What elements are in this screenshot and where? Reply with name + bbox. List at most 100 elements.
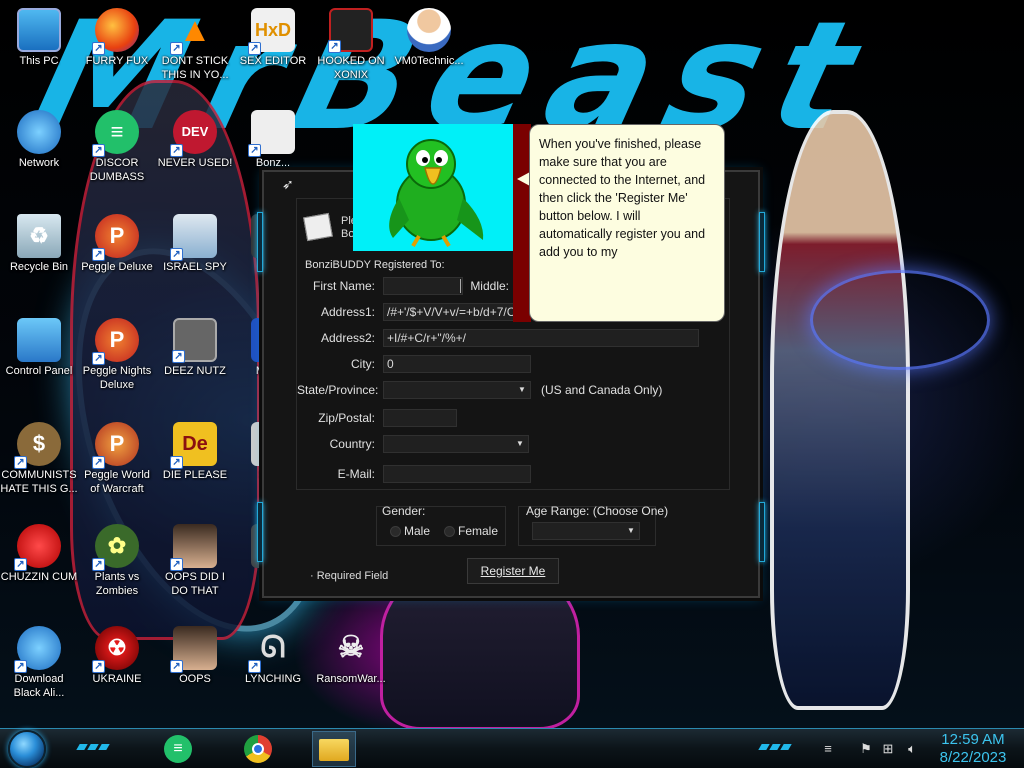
desktop-icon[interactable]: ↗ OOPS DID I DO THAT [156, 524, 234, 598]
start-button[interactable] [8, 730, 46, 768]
female-radio[interactable] [444, 526, 455, 537]
desktop-icon[interactable]: ≡ ↗ DISCOR DUMBASS [78, 110, 156, 184]
chevron-down-icon: ▼ [518, 385, 526, 394]
speech-balloon: When you've finished, please make sure t… [529, 124, 725, 322]
peggle-nights-icon: P ↗ [92, 318, 139, 365]
zip-label: Zip/Postal: [318, 411, 375, 425]
taskbar-decoration [76, 739, 111, 750]
window-edge-glow [257, 212, 263, 272]
desktop-icon[interactable]: ↗ Download Black Ali... [0, 626, 78, 700]
window-edge-glow [759, 212, 765, 272]
female-label: Female [458, 524, 499, 538]
desktop-icon[interactable]: ↗ HOOKED ON XONIX [312, 8, 390, 82]
hxd-editor-icon: HxD ↗ [248, 8, 295, 55]
register-me-button[interactable]: Register Me [467, 558, 559, 584]
green-parrot-icon [389, 139, 484, 248]
desktop-icon[interactable]: ↗ Bonz... [234, 110, 312, 170]
desktop-icon[interactable]: P ↗ Peggle Deluxe [78, 214, 156, 274]
zip-field[interactable] [383, 409, 457, 427]
state-note: (US and Canada Only) [541, 383, 663, 397]
desktop-icon[interactable]: ♻ Recycle Bin [0, 214, 78, 274]
green-chat-icon: ≡ [164, 735, 192, 763]
desktop-icon[interactable]: ↗ CHUZZIN CUM [0, 524, 78, 584]
desktop-icon[interactable]: ᘏ ↗ LYNCHING [234, 626, 312, 686]
taskbar-app[interactable]: ≡ [156, 731, 200, 767]
chuzzle-icon: ↗ [14, 524, 61, 571]
address1-field[interactable]: /#+'/$+V/V+v/=+b/d+7/C [383, 303, 515, 321]
desktop-icon[interactable]: ✿ ↗ Plants vs Zombies [78, 524, 156, 598]
window-edge-glow [257, 502, 263, 562]
age-range-label: Age Range: (Choose One) [526, 504, 669, 518]
control-panel-icon [17, 318, 61, 362]
show-hidden-icon[interactable]: ≡ [820, 741, 836, 757]
first-name-field[interactable] [383, 277, 463, 295]
plants-icon: ✿ ↗ [92, 524, 139, 571]
taskbar-decoration [758, 739, 793, 750]
taskbar-app[interactable] [236, 731, 280, 767]
network-globe-icon [17, 110, 61, 154]
bonzi-icon: ↗ [248, 110, 295, 157]
clock-time: 12:59 AM [941, 731, 1005, 748]
desktop-icon[interactable]: ☢ ↗ UKRAINE [78, 626, 156, 686]
taskbar-app-active[interactable] [312, 731, 356, 767]
desktop-icon[interactable]: P ↗ Peggle Nights Deluxe [78, 318, 156, 392]
wallpaper-figure-right [770, 110, 910, 710]
radiation-icon: ☢ ↗ [92, 626, 139, 673]
desktop-icon[interactable]: This PC [0, 8, 78, 68]
rope-icon: ᘏ ↗ [248, 626, 295, 673]
desktop-icon[interactable]: ↗ DEEZ NUTZ [156, 318, 234, 378]
balloon-text: When you've finished, please make sure t… [539, 137, 706, 259]
clock[interactable]: 12:59 AM 8/22/2023 [930, 731, 1016, 767]
country-dropdown[interactable]: ▼ [383, 435, 529, 453]
country-label: Country: [329, 437, 375, 451]
chevron-down-icon: ▼ [516, 439, 524, 448]
recycle-bin-icon: ♻ [17, 214, 61, 258]
email-label: E-Mail: [337, 467, 375, 481]
address1-label: Address1: [320, 305, 375, 319]
flag-icon[interactable]: ⚑ [858, 741, 874, 757]
email-field[interactable] [383, 465, 531, 483]
desktop-icon[interactable]: ↗ ISRAEL SPY [156, 214, 234, 274]
clock-date: 8/22/2023 [939, 749, 1007, 766]
vlc-cone-icon: ▲ ↗ [170, 8, 217, 55]
desktop-icon[interactable]: VM0Technic... [390, 8, 468, 68]
desktop-icon[interactable]: Control Panel [0, 318, 78, 378]
desktop-icon[interactable]: $ ↗ COMMUNISTS HATE THIS G... [0, 422, 78, 496]
male-label: Male [404, 524, 431, 538]
middle-label: Middle: [470, 279, 509, 293]
portrait-icon: ↗ [170, 524, 217, 571]
volume-icon[interactable]: 🔈︎ [904, 741, 920, 757]
registered-to-label: BonziBUDDY Registered To: [305, 259, 445, 271]
address2-label: Address2: [320, 331, 375, 345]
city-label: City: [351, 357, 375, 371]
wallpaper-energy-right [810, 270, 990, 370]
window-edge-glow [759, 502, 765, 562]
windows-stack-icon: ↗ [172, 318, 217, 363]
dev-cpp-icon: DEV ↗ [170, 110, 217, 157]
age-range-dropdown[interactable]: ▼ [532, 522, 640, 540]
desktop-icon[interactable]: ▲ ↗ DONT STICK THIS IN YO... [156, 8, 234, 82]
state-dropdown[interactable]: ▼ [383, 381, 531, 399]
desktop-icon[interactable]: ↗ OOPS [156, 626, 234, 686]
desktop-icon[interactable]: DEV ↗ NEVER USED! [156, 110, 234, 170]
de-icon: De ↗ [170, 422, 217, 469]
desktop-icon[interactable]: ☠ RansomWar... [312, 626, 390, 686]
male-radio[interactable] [390, 526, 401, 537]
first-name-label: First Name: [312, 279, 375, 293]
desktop-icon[interactable]: Network [0, 110, 78, 170]
address2-field[interactable]: +I/#+C/r+"/%+/ [383, 329, 699, 347]
desktop-icon[interactable]: P ↗ Peggle World of Warcraft [78, 422, 156, 496]
required-field-note: · Required Field [310, 570, 389, 582]
bonzi-character[interactable] [353, 124, 513, 251]
desktop-icon[interactable]: De ↗ DIE PLEASE [156, 422, 234, 482]
desktop-icon[interactable]: HxD ↗ SEX EDITOR [234, 8, 312, 68]
network-icon[interactable]: ⊞ [880, 741, 896, 757]
taskbar: ≡ ≡ ⚑ ⊞ 🔈︎ 12:59 AM 8/22/2023 [0, 728, 1024, 768]
mouse-cursor-icon: ➶ [282, 176, 294, 192]
text-cursor [460, 279, 461, 293]
peggle-icon: P ↗ [92, 214, 139, 261]
file-explorer-icon [319, 739, 349, 761]
doctor-avatar-icon [407, 8, 451, 52]
city-field[interactable]: 0 [383, 355, 531, 373]
desktop-icon[interactable]: ↗ FURRY FUX [78, 8, 156, 68]
